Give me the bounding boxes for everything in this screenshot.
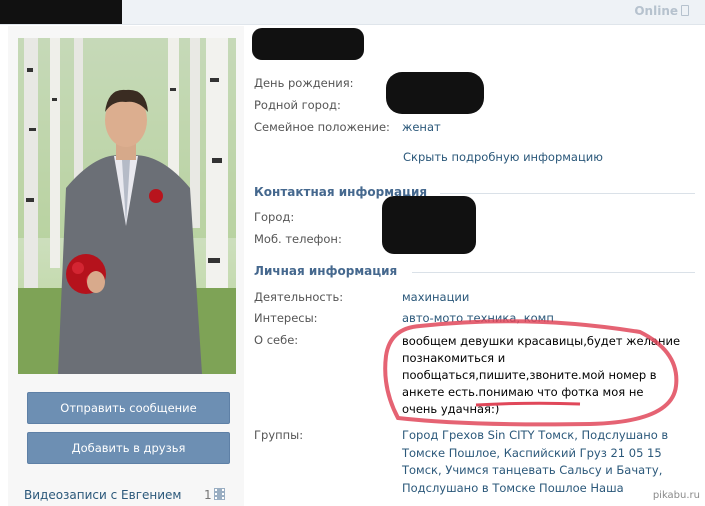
groups-label: Группы: xyxy=(254,428,304,442)
redaction-mark xyxy=(382,196,476,254)
hometown-label: Родной город: xyxy=(254,98,341,112)
divider xyxy=(412,272,695,273)
city-label: Город: xyxy=(254,210,295,224)
interests-label: Интересы: xyxy=(254,311,318,325)
mobile-icon xyxy=(681,5,689,16)
hide-details-link[interactable]: Скрыть подробную информацию xyxy=(403,150,603,164)
watermark: pikabu.ru xyxy=(652,490,700,501)
redaction-mark xyxy=(0,0,122,24)
videos-link[interactable]: Видеозаписи с Евгением xyxy=(24,488,181,502)
about-label: О себе: xyxy=(254,333,299,347)
birthday-label: День рождения: xyxy=(254,76,354,90)
online-status: Online xyxy=(634,4,689,18)
film-icon xyxy=(214,488,225,500)
videos-count: 1 xyxy=(204,488,212,502)
marital-status-label: Семейное положение: xyxy=(254,120,390,134)
redaction-mark xyxy=(386,72,484,114)
send-message-button[interactable]: Отправить сообщение xyxy=(27,392,230,424)
redaction-mark xyxy=(252,28,364,60)
divider xyxy=(440,193,695,194)
add-friend-button[interactable]: Добавить в друзья xyxy=(27,432,230,464)
activity-label: Деятельность: xyxy=(254,290,344,304)
personal-section-title: Личная информация xyxy=(254,264,398,278)
profile-photo[interactable] xyxy=(18,38,236,374)
groups-value[interactable]: Город Грехов Sin CITY Томск, Подслушано … xyxy=(402,427,688,497)
highlight-circle xyxy=(383,319,679,427)
marital-status-value[interactable]: женат xyxy=(402,120,441,134)
photo-illustration xyxy=(18,38,236,374)
activity-value[interactable]: махинации xyxy=(402,290,469,304)
phone-label: Моб. телефон: xyxy=(254,232,342,246)
